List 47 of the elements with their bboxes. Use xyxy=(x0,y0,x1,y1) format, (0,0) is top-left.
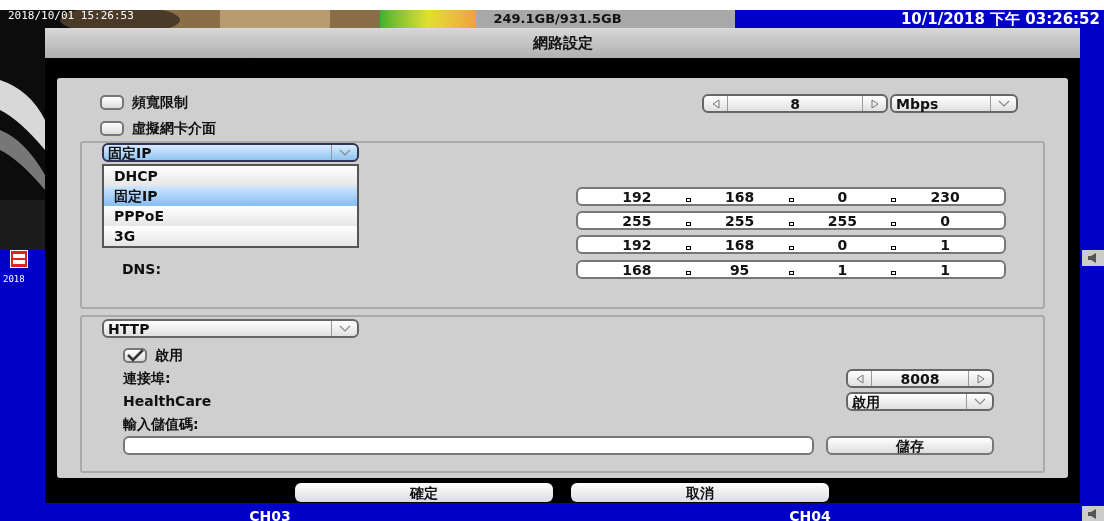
channel-label: CH04 xyxy=(789,507,831,521)
caret-icon xyxy=(997,100,1010,107)
speaker-icon[interactable] xyxy=(1082,250,1104,266)
decrement-icon xyxy=(711,98,720,109)
menu-item[interactable]: DHCP xyxy=(104,166,357,186)
number-spinner[interactable]: 8 xyxy=(702,94,888,113)
checkbox-label: 虛擬網卡介面 xyxy=(132,119,216,138)
save-button[interactable]: 儲存 xyxy=(826,436,994,455)
film-icon xyxy=(10,250,28,268)
ip-address-field[interactable]: 192 168 0 230 xyxy=(576,187,1006,206)
healthcare-dropdown[interactable]: 啟用 xyxy=(846,392,994,411)
decrement-icon xyxy=(855,373,864,384)
checkbox-label: 啟用 xyxy=(155,346,183,365)
storage-text: 249.1GB/931.5GB xyxy=(493,10,622,28)
checkbox[interactable] xyxy=(100,95,124,110)
dialog-button[interactable]: 取消 xyxy=(571,483,829,502)
unit-dropdown[interactable]: Mbps xyxy=(890,94,1018,113)
speaker-icon[interactable] xyxy=(1082,506,1104,521)
field-label: DNS: xyxy=(122,261,162,277)
number-spinner[interactable]: 8008 xyxy=(846,369,994,388)
service-dropdown[interactable]: HTTP xyxy=(102,319,359,338)
dialog-button[interactable]: 確定 xyxy=(295,483,553,502)
increment-icon xyxy=(976,373,985,384)
ip-address-field[interactable]: 168 95 1 1 xyxy=(576,260,1006,279)
checkbox[interactable] xyxy=(100,121,124,136)
checkbox[interactable] xyxy=(123,348,147,363)
field-label: 輸入儲值碼: xyxy=(123,415,199,434)
caret-icon xyxy=(338,325,351,332)
dialog-title: 網路設定 xyxy=(532,32,593,54)
field-label: HealthCare xyxy=(123,392,212,411)
camera-timestamp: 2018/10/01 15:26:53 xyxy=(8,8,134,24)
check-icon xyxy=(126,349,144,362)
menu-item[interactable]: 固定IP xyxy=(104,186,357,206)
caret-icon xyxy=(338,149,351,156)
clock-text: 10/1/2018 下午 03:26:52 xyxy=(900,9,1100,30)
side-date: 2018 xyxy=(3,273,25,286)
field-label: 連接埠: xyxy=(123,369,171,388)
ip-address-field[interactable]: 255 255 255 0 xyxy=(576,211,1006,230)
ip-mode-dropdown[interactable]: 固定IP xyxy=(102,143,359,162)
channel-label: CH03 xyxy=(249,507,291,521)
menu-item[interactable]: 3G xyxy=(104,226,357,246)
ip-address-field[interactable]: 192 168 0 1 xyxy=(576,235,1006,254)
checkbox-label: 頻寬限制 xyxy=(132,93,188,112)
code-input[interactable] xyxy=(123,436,814,455)
menu-item[interactable]: PPPoE xyxy=(104,206,357,226)
increment-icon xyxy=(870,98,879,109)
caret-icon xyxy=(973,398,986,405)
